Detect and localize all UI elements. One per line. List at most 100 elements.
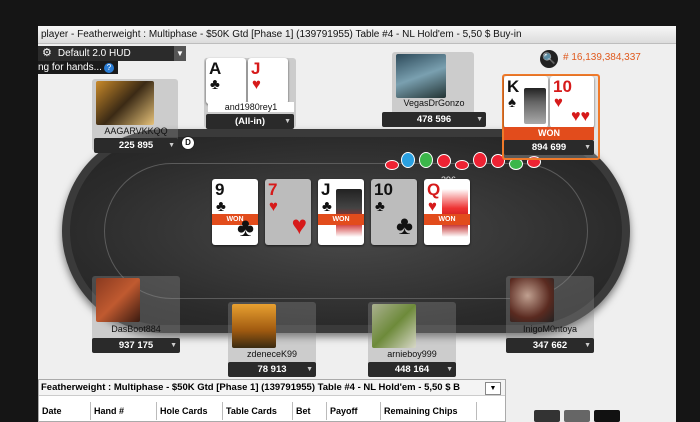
chip-icon xyxy=(385,160,399,170)
seat-player-name: VegasDrGonzo xyxy=(403,98,465,108)
chevron-down-icon[interactable]: ▼ xyxy=(446,362,453,377)
chip-icon xyxy=(437,154,451,168)
replay-button[interactable] xyxy=(534,410,560,422)
king-face-icon xyxy=(524,88,546,124)
seat-stack-value: 894 699 xyxy=(531,142,567,153)
heart-icon: ♥♥ xyxy=(571,108,590,125)
card-rank: Q xyxy=(427,180,441,199)
seat-stack-value: 78 913 xyxy=(257,364,287,375)
chevron-down-icon[interactable]: ▼ xyxy=(284,114,291,129)
won-badge: WON xyxy=(424,214,470,225)
magnifier-icon[interactable]: 🔍 xyxy=(540,50,558,68)
avatar[interactable] xyxy=(510,278,554,322)
col-date[interactable]: Date xyxy=(39,402,91,420)
won-badge: WON xyxy=(318,214,364,225)
seat-stack-value: 448 164 xyxy=(394,364,430,375)
club-icon: ♣ xyxy=(375,198,385,215)
poker-table-window: player - Featherweight : Multiphase - $5… xyxy=(38,26,676,422)
chevron-down-icon[interactable]: ▼ xyxy=(584,140,591,155)
seat-player-name: and1980rey1 xyxy=(208,102,294,112)
col-hole-cards[interactable]: Hole Cards xyxy=(157,402,223,420)
chevron-down-icon[interactable]: ▼ xyxy=(584,338,591,353)
seat-stack: 448 164 ▼ xyxy=(368,362,456,377)
seat-stack-value: 478 596 xyxy=(416,114,452,125)
hole-card-2: 10 ♥ ♥♥ xyxy=(550,76,594,128)
dealer-button: D xyxy=(181,136,195,150)
avatar[interactable] xyxy=(96,81,154,125)
seat-stack-value: 937 175 xyxy=(118,340,154,351)
card-rank: J xyxy=(321,180,331,199)
heart-icon: ♥ xyxy=(252,76,261,93)
col-remaining-chips[interactable]: Remaining Chips xyxy=(381,402,477,420)
hand-history-title: Featherweight : Multiphase - $50K Gtd [P… xyxy=(39,380,505,396)
hud-selector[interactable]: ⚙ Default 2.0 HUD ▼ xyxy=(38,46,186,61)
avatar[interactable] xyxy=(96,278,140,322)
chip-icon xyxy=(473,152,487,168)
hand-number: # 16,139,384,337 xyxy=(563,52,641,63)
seat-player-name: AAGARVKKQQ xyxy=(104,126,168,136)
hand-history-header: Date Hand # Hole Cards Table Cards Bet P… xyxy=(39,402,507,420)
card-rank: 7 xyxy=(268,180,278,199)
chevron-down-icon[interactable]: ▼ xyxy=(476,112,483,127)
hole-card-2: J ♥ xyxy=(248,58,288,104)
club-icon: ♣ xyxy=(236,212,254,242)
seat-stack-value: 225 895 xyxy=(118,140,154,151)
jack-face-icon xyxy=(336,189,362,237)
queen-face-icon xyxy=(442,189,468,237)
seat-stack: 347 662 ▼ xyxy=(506,338,594,353)
seat-stack: (All-in) ▼ xyxy=(206,114,294,129)
help-icon[interactable]: ? xyxy=(103,63,114,73)
hud-status: ng for hands...? xyxy=(38,61,118,74)
seat-player-name: arnieboy999 xyxy=(387,349,437,359)
chip-icon xyxy=(419,152,433,168)
hud-label: Default 2.0 HUD xyxy=(57,48,131,59)
avatar[interactable] xyxy=(396,54,446,98)
board-card-1: 9 ♣ WON ♣ xyxy=(212,179,258,245)
seat-player-name: DasBoot884 xyxy=(111,324,161,334)
board-card-4: 10 ♣ ♣ xyxy=(371,179,417,245)
col-payoff[interactable]: Payoff xyxy=(327,402,381,420)
seat-stack: 225 895 ▼ xyxy=(94,138,178,153)
chip-icon xyxy=(401,152,415,168)
gear-icon[interactable]: ⚙ xyxy=(42,47,52,59)
club-icon: ♣ xyxy=(322,198,332,215)
seat-stack: 937 175 ▼ xyxy=(92,338,180,353)
chevron-down-icon[interactable]: ▼ xyxy=(168,138,175,153)
chevron-down-icon[interactable]: ▼ xyxy=(306,362,313,377)
replay-button[interactable] xyxy=(594,410,620,422)
hole-card-1: A ♣ xyxy=(206,58,246,104)
seat-stack-value: 347 662 xyxy=(532,340,568,351)
seat-stack: 478 596 ▼ xyxy=(382,112,486,127)
chevron-down-icon[interactable]: ▼ xyxy=(485,382,501,395)
col-table-cards[interactable]: Table Cards xyxy=(223,402,293,420)
hand-history-panel: Featherweight : Multiphase - $50K Gtd [P… xyxy=(38,379,506,422)
col-bet[interactable]: Bet xyxy=(293,402,327,420)
replay-button[interactable] xyxy=(564,410,590,422)
club-icon: ♣ xyxy=(395,210,413,240)
avatar[interactable] xyxy=(372,304,416,348)
heart-icon: ♥ xyxy=(428,198,437,215)
card-rank: 10 xyxy=(374,180,393,199)
col-hand-number[interactable]: Hand # xyxy=(91,402,157,420)
chevron-down-icon[interactable]: ▼ xyxy=(170,338,177,353)
won-badge: WON xyxy=(504,127,594,140)
window-title: player - Featherweight : Multiphase - $5… xyxy=(38,26,676,44)
card-rank: 9 xyxy=(215,180,225,199)
heart-icon: ♥ xyxy=(269,198,278,215)
club-icon: ♣ xyxy=(216,198,226,215)
chevron-down-icon[interactable]: ▼ xyxy=(174,46,186,61)
hole-card-1: K ♠ xyxy=(504,76,548,128)
seat-player-name: zdeneceK99 xyxy=(246,349,298,359)
seat-stack: 894 699 ▼ xyxy=(504,140,594,155)
seat-stack: 78 913 ▼ xyxy=(228,362,316,377)
board-card-5: Q ♥ WON xyxy=(424,179,470,245)
chip-icon xyxy=(455,160,469,170)
spade-icon: ♠ xyxy=(508,94,516,111)
seat-player-name: InigoM0ntoya xyxy=(522,324,578,334)
avatar[interactable] xyxy=(232,304,276,348)
board-card-2: 7 ♥ ♥ xyxy=(265,179,311,245)
club-icon: ♣ xyxy=(210,76,220,93)
heart-icon: ♥ xyxy=(554,94,563,111)
seat-stack-value: (All-in) xyxy=(234,116,266,127)
hud-status-text: ng for hands... xyxy=(38,62,102,73)
